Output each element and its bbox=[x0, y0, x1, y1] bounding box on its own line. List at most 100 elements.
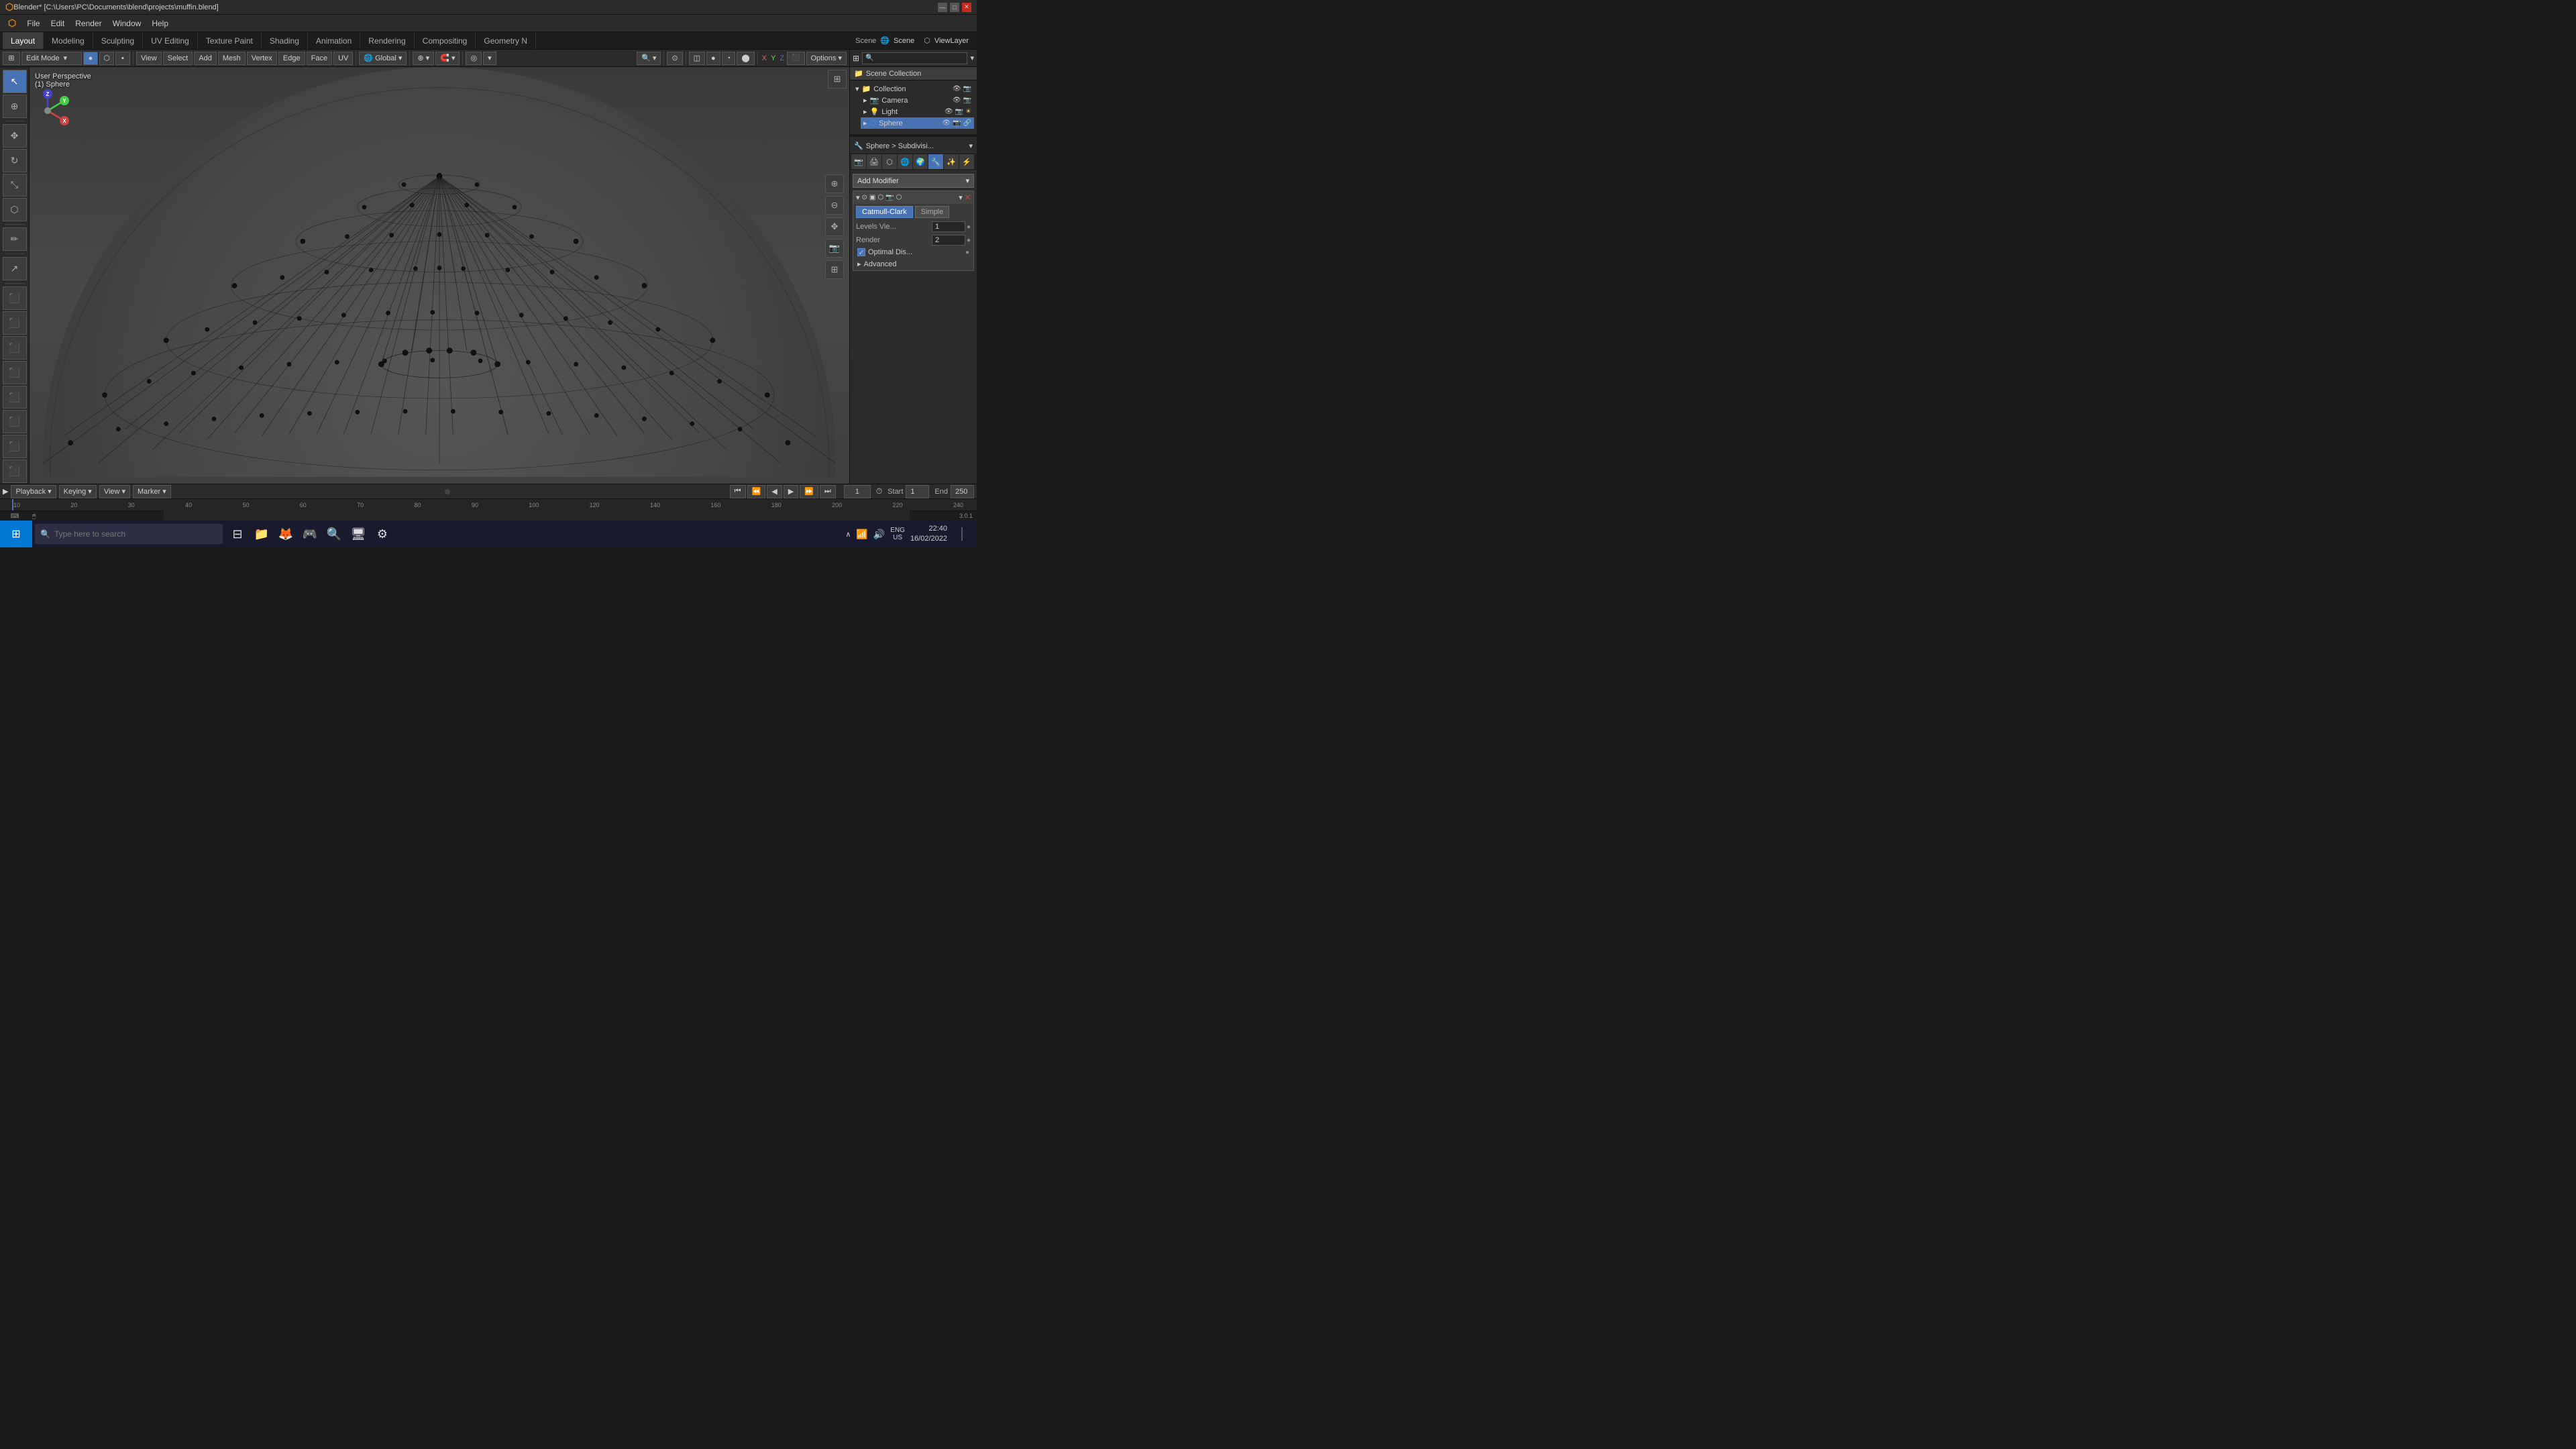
add-inset-tool[interactable]: ⬛ bbox=[3, 336, 27, 360]
zoom-out-btn[interactable]: ⊖ bbox=[825, 196, 844, 215]
tab-uv-editing[interactable]: UV Editing bbox=[143, 32, 198, 49]
transform-orientation-dropdown[interactable]: 🌐 Global ▾ bbox=[359, 52, 407, 65]
network-icon[interactable]: 📶 bbox=[856, 529, 867, 540]
modifier-tab[interactable]: 🔧 bbox=[928, 154, 943, 169]
taskbar-monitor-icon[interactable]: 🖥 bbox=[346, 521, 370, 547]
mesh-menu-btn[interactable]: Mesh bbox=[218, 52, 246, 65]
viewport-shading-options[interactable]: 🔍 ▾ bbox=[637, 52, 661, 65]
proportional-options-btn[interactable]: ▾ bbox=[483, 52, 496, 65]
maximize-button[interactable]: □ bbox=[950, 3, 959, 12]
tab-shading[interactable]: Shading bbox=[262, 32, 308, 49]
sphere-view-icon[interactable]: 👁 bbox=[942, 119, 951, 127]
end-frame-input[interactable]: 250 bbox=[951, 485, 974, 498]
volume-icon[interactable]: 🔊 bbox=[873, 529, 885, 540]
face-mode-btn[interactable]: ▪ bbox=[115, 52, 130, 65]
tab-modeling[interactable]: Modeling bbox=[44, 32, 93, 49]
modifier-close-icon[interactable]: ✕ bbox=[965, 193, 971, 202]
taskbar-settings-icon[interactable]: ⚙ bbox=[370, 521, 394, 547]
add-poly-tool[interactable]: ⬛ bbox=[3, 410, 27, 433]
taskbar-multitasking-icon[interactable]: ⊟ bbox=[225, 521, 250, 547]
world-tab[interactable]: 🌍 bbox=[913, 154, 928, 169]
minimize-button[interactable]: — bbox=[938, 3, 947, 12]
menu-edit[interactable]: Edit bbox=[46, 15, 70, 32]
marker-dropdown[interactable]: Marker ▾ bbox=[133, 485, 171, 498]
outliner-search-input[interactable] bbox=[877, 54, 965, 62]
menu-render[interactable]: Render bbox=[70, 15, 107, 32]
add-loop-tool[interactable]: ⬛ bbox=[3, 361, 27, 384]
options-dropdown[interactable]: Options ▾ bbox=[806, 52, 847, 65]
viewport-gizmo[interactable]: Z Y X bbox=[30, 87, 71, 134]
material-btn[interactable]: ◔ bbox=[722, 52, 736, 65]
select-tool[interactable]: ↖ bbox=[3, 70, 27, 93]
step-back-btn[interactable]: ⏪ bbox=[747, 485, 766, 498]
wireframe-btn[interactable]: ◫ bbox=[689, 52, 705, 65]
view-dropdown[interactable]: View ▾ bbox=[99, 485, 130, 498]
cursor-tool[interactable]: ⊕ bbox=[3, 95, 27, 118]
add-cube-tool[interactable]: ⬛ bbox=[3, 286, 27, 310]
keying-dropdown[interactable]: Keying ▾ bbox=[59, 485, 97, 498]
start-frame-input[interactable]: 1 bbox=[906, 485, 929, 498]
taskbar-firefox-icon[interactable]: 🦊 bbox=[274, 521, 298, 547]
rotate-tool[interactable]: ↻ bbox=[3, 149, 27, 172]
view-menu-btn[interactable]: View bbox=[136, 52, 162, 65]
vertex-mode-btn[interactable]: ● bbox=[83, 52, 98, 65]
tray-up-icon[interactable]: ∧ bbox=[845, 530, 851, 539]
levels-viewport-input[interactable] bbox=[932, 221, 965, 232]
collection-render-icon[interactable]: 📷 bbox=[963, 85, 971, 93]
mode-dropdown[interactable]: Edit Mode ▾ bbox=[21, 52, 82, 65]
particles-tab[interactable]: ✨ bbox=[944, 154, 959, 169]
modifier-extra-icon[interactable]: ▾ bbox=[959, 193, 963, 202]
add-modifier-button[interactable]: Add Modifier ▾ bbox=[853, 174, 974, 188]
menu-window[interactable]: Window bbox=[107, 15, 147, 32]
edge-menu-btn[interactable]: Edge bbox=[278, 52, 305, 65]
start-button[interactable]: ⊞ bbox=[0, 521, 32, 547]
playback-dropdown[interactable]: Playback ▾ bbox=[11, 485, 56, 498]
taskbar-search-bar[interactable]: 🔍 bbox=[35, 524, 223, 544]
taskbar-search2-icon[interactable]: 🔍 bbox=[322, 521, 346, 547]
menu-help[interactable]: Help bbox=[146, 15, 174, 32]
measure-tool[interactable]: ↗ bbox=[3, 257, 27, 280]
grid-btn[interactable]: ⊞ bbox=[828, 70, 847, 89]
viewport-overlay-btn[interactable]: ⊙ bbox=[667, 52, 682, 65]
tab-animation[interactable]: Animation bbox=[308, 32, 360, 49]
menu-file[interactable]: File bbox=[21, 15, 45, 32]
taskbar-search-input[interactable] bbox=[54, 529, 217, 539]
tab-rendering[interactable]: Rendering bbox=[360, 32, 414, 49]
jump-end-btn[interactable]: ⏭ bbox=[820, 485, 836, 498]
play-btn[interactable]: ▶ bbox=[784, 485, 798, 498]
tab-layout[interactable]: Layout bbox=[3, 32, 44, 49]
add-spin-tool[interactable]: ⬛ bbox=[3, 435, 27, 458]
annotate-tool[interactable]: ✏ bbox=[3, 227, 27, 251]
tab-compositing[interactable]: Compositing bbox=[415, 32, 476, 49]
axis-btn[interactable]: ⬛ bbox=[787, 52, 804, 65]
language-display[interactable]: ENG US bbox=[890, 527, 905, 541]
taskbar-clock[interactable]: 22:40 16/02/2022 bbox=[910, 524, 947, 545]
frame-current-display[interactable]: 1 bbox=[844, 485, 871, 498]
viewport-3d[interactable]: User Perspective (1) Sphere ⊞ Z Y X ⊕ ⊖ … bbox=[30, 67, 849, 511]
hierarchy-sphere[interactable]: ▸ ⬡ Sphere 👁 📷 🔗 bbox=[861, 117, 974, 129]
show-desktop-btn[interactable] bbox=[953, 521, 971, 547]
catmull-clark-btn[interactable]: Catmull-Clark bbox=[856, 206, 913, 218]
editor-type-dropdown[interactable]: ⊞ bbox=[3, 52, 20, 65]
outliner-search[interactable]: 🔍 bbox=[862, 52, 967, 64]
zoom-in-btn[interactable]: ⊕ bbox=[825, 174, 844, 193]
hierarchy-camera[interactable]: ▸ 📷 Camera 👁 📷 bbox=[861, 95, 974, 106]
pan-btn[interactable]: ✥ bbox=[825, 217, 844, 236]
move-tool[interactable]: ✥ bbox=[3, 124, 27, 148]
advanced-row[interactable]: ▸ Advanced bbox=[853, 258, 973, 270]
edge-mode-btn[interactable]: ⬡ bbox=[99, 52, 114, 65]
blender-menu-icon[interactable]: ⬡ bbox=[3, 15, 21, 32]
add-extrude-tool[interactable]: ⬛ bbox=[3, 311, 27, 335]
pivot-dropdown[interactable]: ⊕ ▾ bbox=[413, 52, 434, 65]
props-expand-icon[interactable]: ▾ bbox=[969, 142, 973, 150]
select-menu-btn[interactable]: Select bbox=[163, 52, 193, 65]
play-reverse-btn[interactable]: ◀ bbox=[767, 485, 782, 498]
hierarchy-light[interactable]: ▸ 💡 Light 👁 📷 ☀ bbox=[861, 106, 974, 117]
tab-geometry-nodes[interactable]: Geometry N bbox=[476, 32, 536, 49]
simple-btn[interactable]: Simple bbox=[915, 206, 950, 218]
add-smooth-tool[interactable]: ⬛ bbox=[3, 460, 27, 483]
uv-menu-btn[interactable]: UV bbox=[333, 52, 353, 65]
render-input[interactable] bbox=[932, 235, 965, 246]
tab-sculpting[interactable]: Sculpting bbox=[93, 32, 143, 49]
taskbar-explorer-icon[interactable]: 📁 bbox=[250, 521, 274, 547]
